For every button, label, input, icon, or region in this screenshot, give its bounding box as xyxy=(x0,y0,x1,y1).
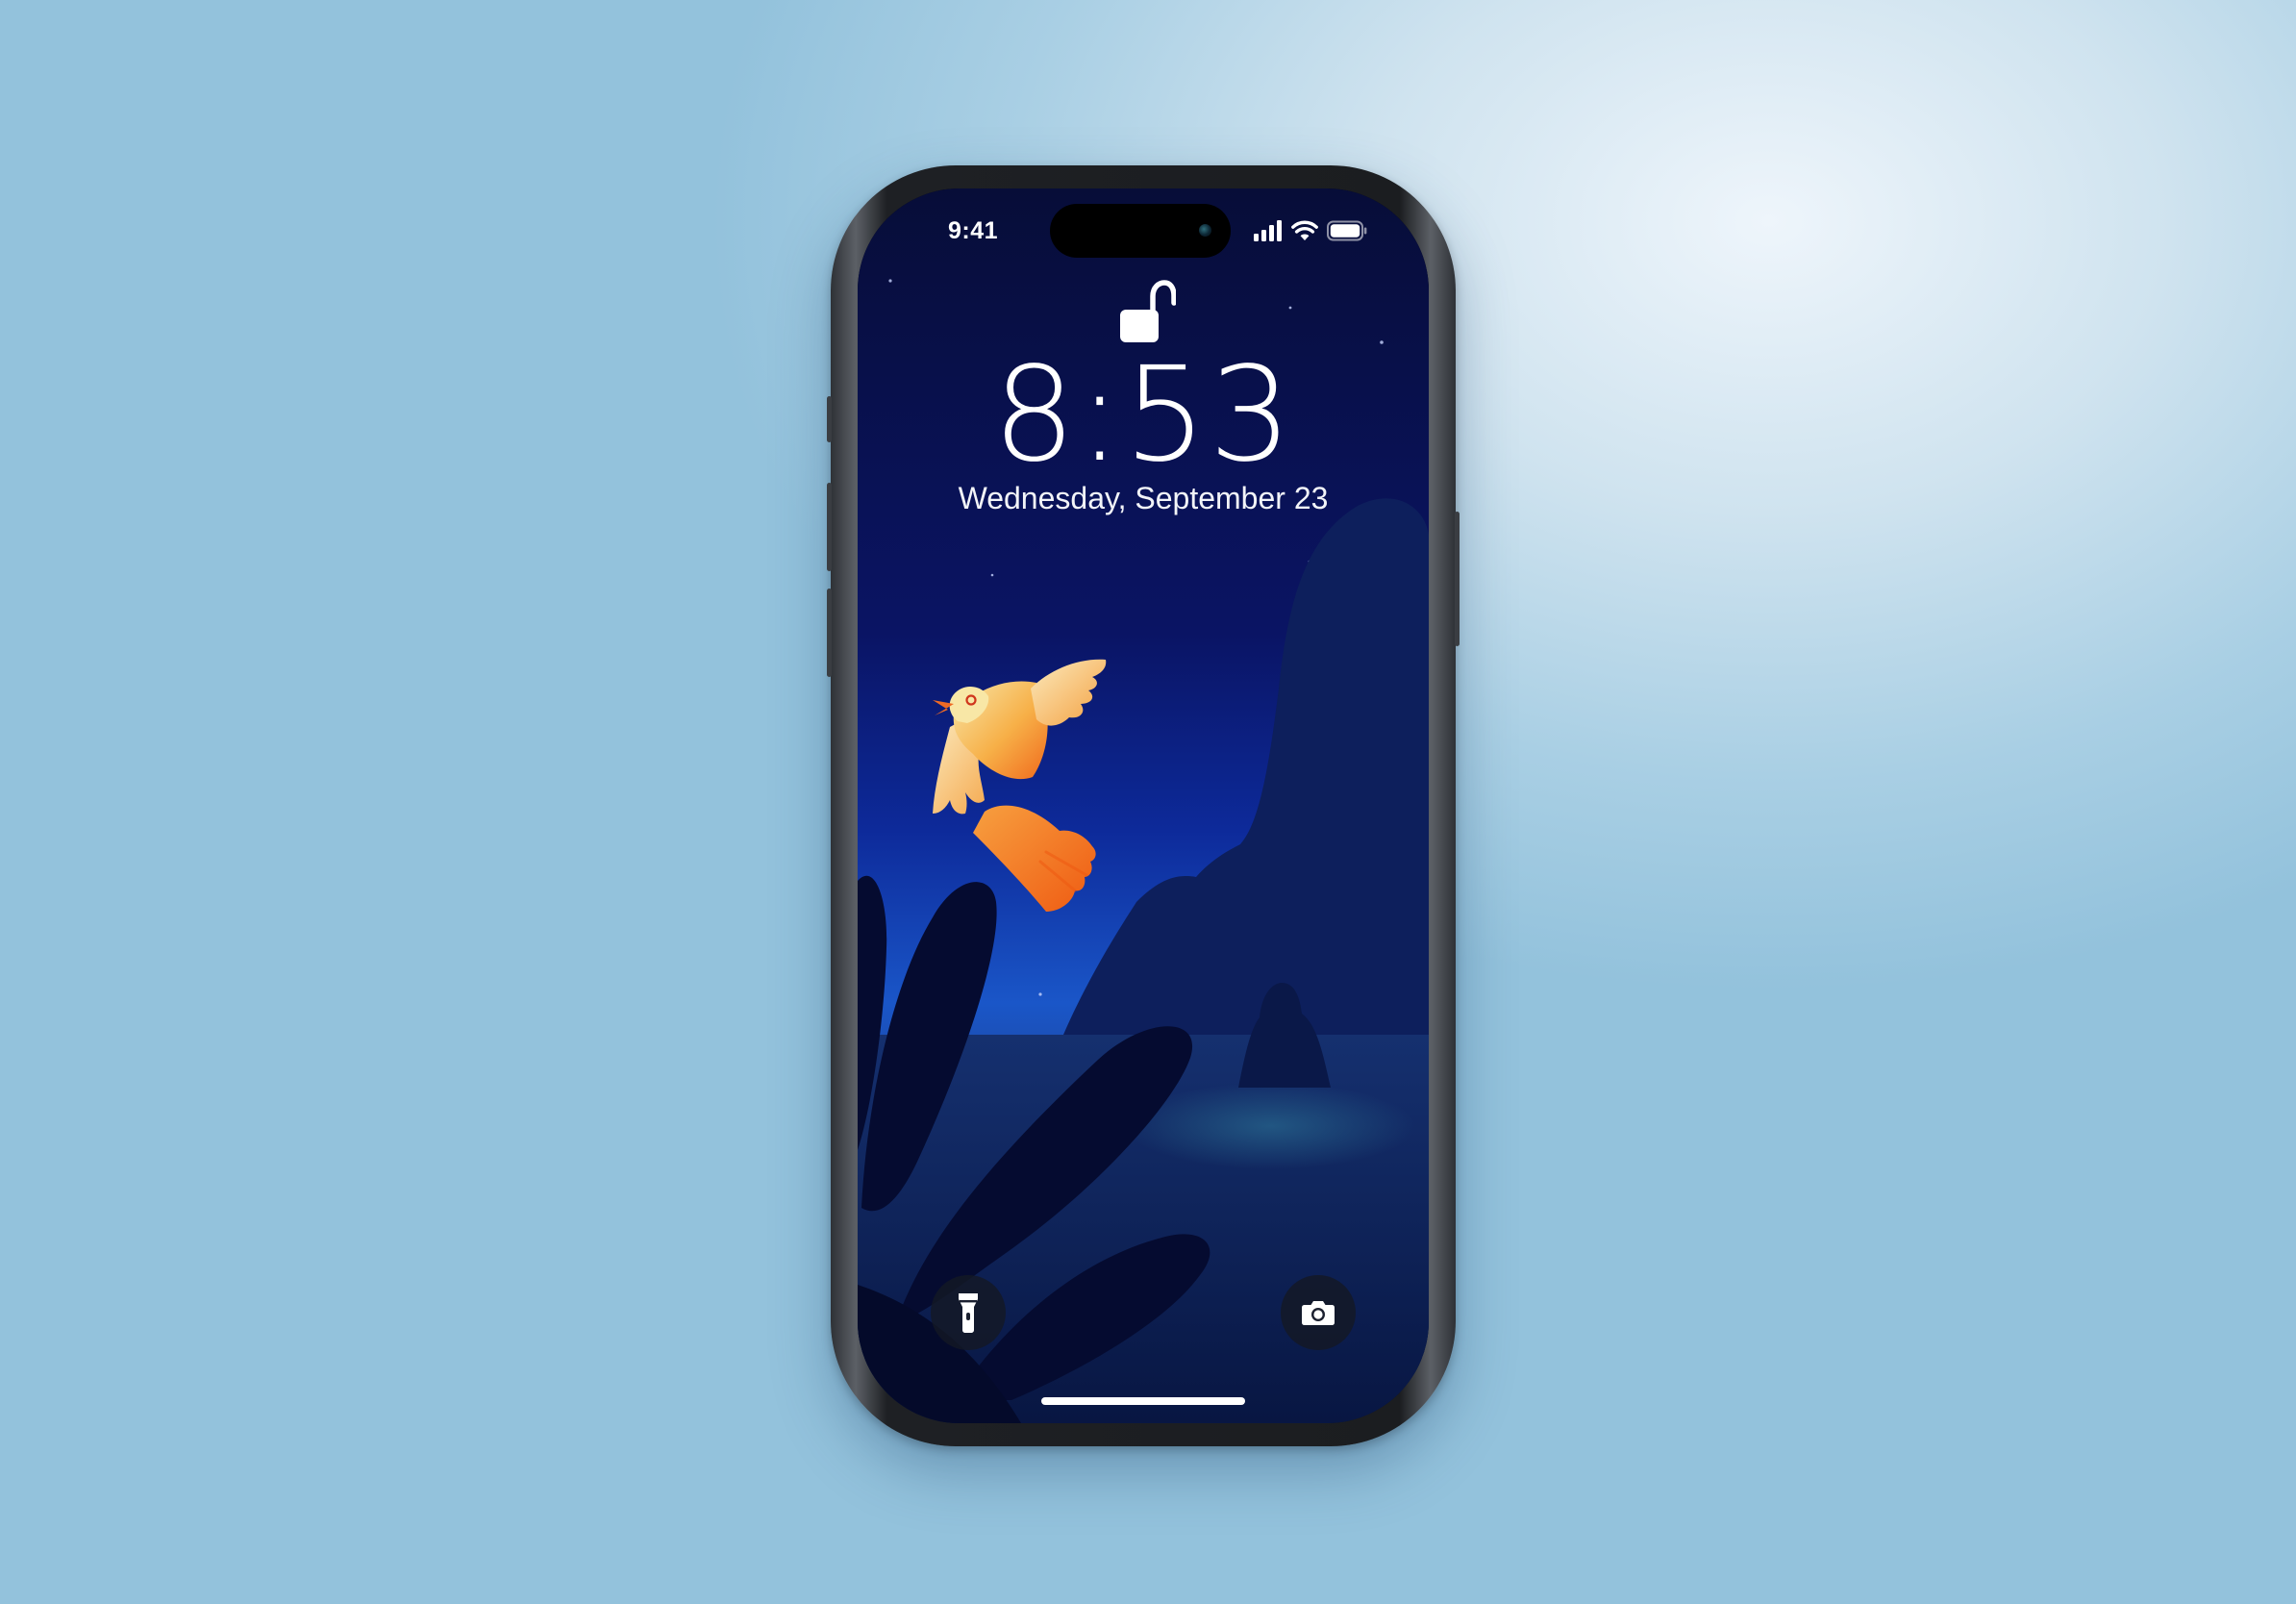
lock-screen-clock: 8:53 xyxy=(992,339,1294,491)
flashlight-icon xyxy=(959,1293,978,1333)
status-bar-icons xyxy=(1254,217,1367,244)
power-button xyxy=(1455,512,1460,646)
camera-button[interactable] xyxy=(1281,1275,1356,1350)
volume-up-button xyxy=(827,483,832,571)
unlocked-padlock-icon xyxy=(1120,280,1176,342)
camera-icon xyxy=(1302,1301,1335,1325)
lock-screen[interactable]: 9:41 8:53 Wednesday, September 23 xyxy=(858,188,1429,1423)
action-button xyxy=(827,396,832,442)
battery-icon xyxy=(1327,220,1367,241)
status-bar-time: 9:41 xyxy=(947,217,999,244)
dynamic-island xyxy=(1050,204,1231,258)
front-camera-icon xyxy=(1199,224,1211,237)
volume-down-button xyxy=(827,589,832,677)
flashlight-button[interactable] xyxy=(931,1275,1006,1350)
home-indicator[interactable] xyxy=(1041,1397,1245,1405)
cellular-signal-icon xyxy=(1254,220,1282,241)
wifi-icon xyxy=(1291,220,1318,240)
phone-device: 9:41 8:53 Wednesday, September 23 xyxy=(827,165,1460,1446)
lock-screen-date: Wednesday, September 23 xyxy=(958,481,1329,515)
